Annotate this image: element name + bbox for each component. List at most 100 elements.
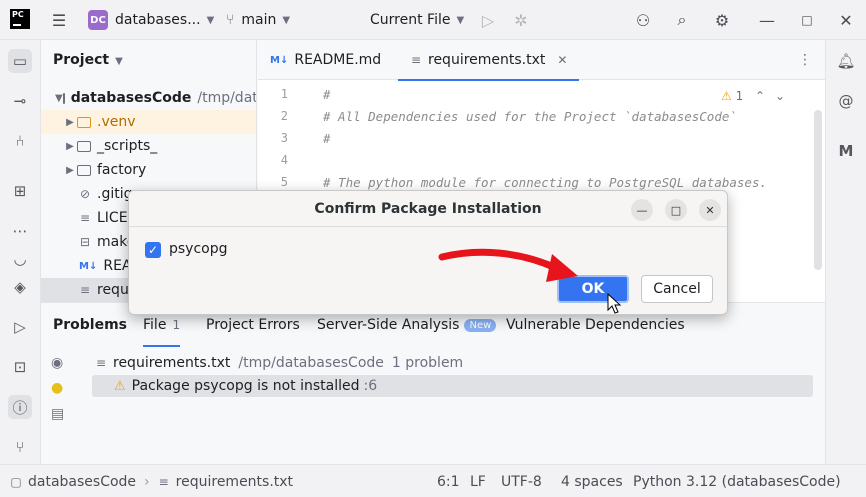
lightbulb-icon[interactable]: ● bbox=[51, 380, 63, 396]
cancel-button[interactable]: Cancel bbox=[641, 275, 713, 303]
tree-item-scripts[interactable]: ▶ _scripts_ bbox=[41, 134, 256, 158]
warning-count: 1 bbox=[735, 89, 744, 103]
maximize-icon[interactable]: □ bbox=[795, 8, 819, 32]
tab-requirements[interactable]: ≡ requirements.txt ✕ bbox=[398, 40, 580, 81]
code-line[interactable]: # bbox=[323, 87, 331, 102]
chevron-right-icon: ▶ bbox=[66, 164, 74, 176]
tree-item-factory[interactable]: ▶ factory bbox=[41, 158, 256, 182]
text-file-icon: ≡ bbox=[410, 53, 422, 67]
project-name: databases... bbox=[115, 12, 201, 28]
chevron-down-icon: ▼ bbox=[55, 92, 63, 104]
line-number: 4 bbox=[280, 153, 288, 167]
chevron-right-icon: › bbox=[144, 473, 150, 490]
python-packages-icon[interactable]: ◡ bbox=[8, 247, 32, 271]
pycharm-logo: PC bbox=[10, 9, 30, 29]
more-icon[interactable]: ⋯ bbox=[8, 219, 32, 243]
editor-scrollbar[interactable] bbox=[814, 110, 822, 270]
more-tabs-icon[interactable]: ⋮ bbox=[798, 40, 812, 80]
line-separator[interactable]: LF bbox=[470, 465, 486, 497]
folder-icon bbox=[77, 140, 91, 152]
right-tool-strip: 🔔︎ @ M bbox=[825, 40, 866, 464]
structure-icon[interactable]: ⊞ bbox=[8, 179, 32, 203]
file-encoding[interactable]: UTF-8 bbox=[501, 465, 542, 497]
commit-icon[interactable]: ⊸ bbox=[8, 89, 32, 113]
confirm-package-dialog: Confirm Package Installation — □ ✕ ✓ psy… bbox=[128, 190, 728, 315]
notifications-icon[interactable]: 🔔︎ bbox=[834, 49, 858, 73]
markdown-file-icon: M↓ bbox=[270, 54, 289, 66]
line-number: 3 bbox=[280, 131, 288, 145]
breadcrumb[interactable]: ▢ databasesCode › ≡ requirements.txt bbox=[10, 465, 293, 497]
tree-root[interactable]: ▼ databasesCode /tmp/data bbox=[41, 86, 256, 110]
inspection-widget[interactable]: ⚠ 1 ⌃ ⌄ bbox=[721, 89, 785, 103]
folder-icon bbox=[77, 116, 91, 128]
eye-icon[interactable]: ◉ bbox=[51, 355, 63, 371]
markdown-file-icon: M↓ bbox=[79, 260, 98, 272]
code-line[interactable]: # The python module for connecting to Po… bbox=[323, 175, 767, 190]
pull-requests-icon[interactable]: ⑃ bbox=[8, 129, 32, 153]
problem-file-name: requirements.txt bbox=[113, 355, 231, 371]
chevron-right-icon: ▶ bbox=[66, 140, 74, 152]
debug-icon[interactable]: ✲ bbox=[509, 8, 533, 32]
ai-assistant-icon[interactable]: @ bbox=[834, 89, 858, 113]
tree-item-label: requ bbox=[97, 282, 129, 298]
tree-item-label: .venv bbox=[97, 114, 136, 130]
status-bar: ▢ databasesCode › ≡ requirements.txt 6:1… bbox=[0, 464, 866, 497]
project-folder-icon[interactable]: ▭ bbox=[8, 49, 32, 73]
caret-position[interactable]: 6:1 bbox=[437, 465, 460, 497]
git-icon[interactable]: ⑂ bbox=[8, 435, 32, 459]
new-badge: New bbox=[464, 318, 497, 332]
problem-item[interactable]: ⚠ Package psycopg is not installed :6 bbox=[92, 375, 813, 397]
breadcrumb-file: requirements.txt bbox=[175, 473, 294, 490]
add-user-icon[interactable]: ⚇ bbox=[631, 8, 655, 32]
main-menu-icon[interactable]: ☰ bbox=[47, 8, 71, 32]
tab-label: File bbox=[143, 317, 167, 333]
preview-icon[interactable]: ▤ bbox=[51, 406, 64, 422]
problems-icon[interactable]: ⓘ bbox=[8, 395, 32, 419]
close-icon[interactable]: ✕ bbox=[834, 8, 858, 32]
chevron-down-icon[interactable]: ⌄ bbox=[775, 89, 785, 103]
settings-gear-icon[interactable]: ⚙ bbox=[710, 8, 734, 32]
text-file-icon: ≡ bbox=[158, 474, 169, 489]
project-badge: DC bbox=[88, 10, 108, 30]
folder-icon bbox=[62, 92, 65, 104]
terminal-icon[interactable]: ⊡ bbox=[8, 355, 32, 379]
close-icon[interactable]: ✕ bbox=[699, 199, 721, 221]
chevron-up-icon[interactable]: ⌃ bbox=[755, 89, 765, 103]
close-tab-icon[interactable]: ✕ bbox=[557, 53, 567, 67]
tree-item-label: factory bbox=[97, 162, 147, 178]
minimize-icon[interactable]: — bbox=[631, 199, 653, 221]
root-path: /tmp/data bbox=[197, 90, 256, 106]
run-tool-icon[interactable]: ▷ bbox=[8, 315, 32, 339]
module-icon: ▢ bbox=[10, 474, 22, 489]
python-interpreter[interactable]: Python 3.12 (databasesCode) bbox=[633, 465, 841, 497]
tab-label: Server-Side Analysis bbox=[317, 317, 460, 333]
package-checkbox[interactable]: ✓ bbox=[145, 242, 161, 258]
code-line[interactable]: # bbox=[323, 131, 331, 146]
layers-icon[interactable]: ◈ bbox=[8, 275, 32, 299]
tree-item-venv[interactable]: ▶ .venv bbox=[41, 110, 256, 134]
run-config-selector[interactable]: Current File ▼ bbox=[370, 0, 464, 40]
code-line[interactable]: # All Dependencies used for the Project … bbox=[323, 109, 737, 124]
maximize-icon[interactable]: □ bbox=[665, 199, 687, 221]
problem-count: 1 problem bbox=[391, 355, 464, 371]
chevron-down-icon: ▼ bbox=[282, 14, 291, 26]
markdown-icon[interactable]: M bbox=[834, 139, 858, 163]
breadcrumb-project: databasesCode bbox=[28, 473, 137, 490]
tab-label: requirements.txt bbox=[428, 52, 546, 68]
problem-location: :6 bbox=[363, 378, 378, 394]
editor-tabs: M↓ README.md ≡ requirements.txt ✕ ⋮ bbox=[258, 40, 825, 81]
tab-readme[interactable]: M↓ README.md bbox=[270, 40, 381, 80]
problem-text: Package psycopg is not installed bbox=[131, 378, 360, 394]
problem-file-row[interactable]: ≡ requirements.txt /tmp/databasesCode 1 … bbox=[95, 353, 463, 373]
run-icon[interactable]: ▷ bbox=[476, 8, 500, 32]
run-config-label: Current File bbox=[370, 12, 451, 28]
line-number: 1 bbox=[280, 87, 288, 101]
branch-switcher[interactable]: ⑂ main ▼ bbox=[226, 0, 290, 40]
ok-button[interactable]: OK bbox=[557, 275, 629, 303]
chevron-down-icon: ▼ bbox=[456, 14, 465, 26]
minimize-icon[interactable]: — bbox=[755, 8, 779, 32]
project-switcher[interactable]: DC databases... ▼ bbox=[88, 0, 214, 40]
project-panel-title[interactable]: Project ▼ bbox=[53, 52, 123, 68]
search-icon[interactable]: ⌕ bbox=[670, 8, 694, 32]
indent-setting[interactable]: 4 spaces bbox=[561, 465, 623, 497]
